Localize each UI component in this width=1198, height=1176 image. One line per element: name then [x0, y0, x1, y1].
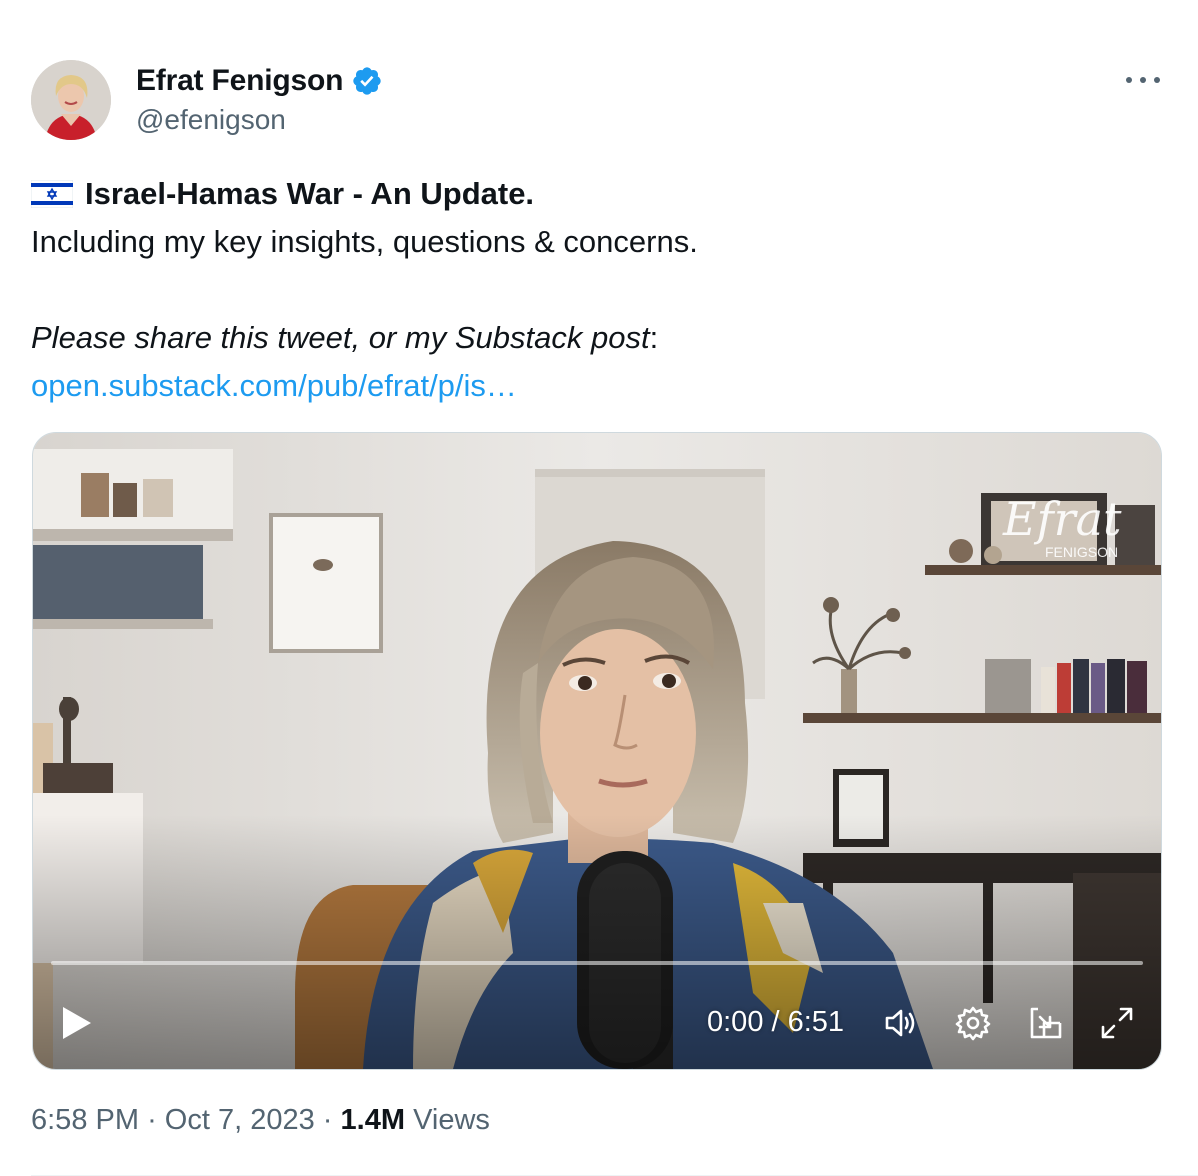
- tweet-text: Israel-Hamas War - An Update. Including …: [31, 170, 1161, 410]
- verified-badge-icon: [353, 67, 381, 95]
- tweet-date[interactable]: Oct 7, 2023: [165, 1104, 315, 1136]
- watermark-script: Efrat: [1002, 492, 1122, 546]
- share-request-text: Please share this tweet, or my Substack …: [31, 320, 650, 355]
- israel-flag-icon: [31, 180, 73, 208]
- author-block: Efrat Fenigson @efenigson: [136, 62, 383, 136]
- fullscreen-icon[interactable]: [1097, 1003, 1137, 1043]
- more-options-button[interactable]: [1126, 66, 1160, 94]
- video-watermark: Efrat FENIGSON: [1002, 492, 1122, 560]
- headline-row: Israel-Hamas War - An Update.: [31, 170, 1161, 218]
- colon-text: :: [649, 320, 659, 355]
- avatar[interactable]: [31, 60, 111, 140]
- tweet-card: Efrat Fenigson @efenigson Israel-Hamas W…: [0, 0, 1198, 1176]
- tweet-meta: 6:58 PM · Oct 7, 2023 · 1.4M Views: [31, 1104, 490, 1137]
- author-handle[interactable]: @efenigson: [136, 104, 383, 136]
- more-horizontal-icon-dot: [1126, 77, 1132, 83]
- tweet-headline: Israel-Hamas War - An Update.: [85, 176, 535, 211]
- tweet-line-3: Please share this tweet, or my Substack …: [31, 314, 1161, 362]
- more-horizontal-icon-dot: [1154, 77, 1160, 83]
- picture-in-picture-icon[interactable]: [1026, 1003, 1066, 1043]
- settings-gear-icon[interactable]: [953, 1003, 993, 1043]
- video-frame: [33, 433, 1161, 1069]
- views-label: Views: [413, 1104, 490, 1136]
- more-horizontal-icon-dot: [1140, 77, 1146, 83]
- tweet-line-2: Including my key insights, questions & c…: [31, 224, 698, 259]
- meta-separator: ·: [322, 1104, 333, 1136]
- avatar-image: [31, 60, 111, 140]
- tweet-time[interactable]: 6:58 PM: [31, 1104, 139, 1136]
- name-row: Efrat Fenigson: [136, 62, 383, 100]
- meta-separator: ·: [147, 1104, 157, 1136]
- video-time: 0:00 / 6:51: [707, 1006, 845, 1038]
- play-icon[interactable]: [61, 1005, 93, 1041]
- substack-link[interactable]: open.substack.com/pub/efrat/p/is…: [31, 368, 517, 403]
- views-count: 1.4M: [340, 1104, 406, 1136]
- author-name[interactable]: Efrat Fenigson: [136, 64, 343, 98]
- volume-icon[interactable]: [881, 1003, 921, 1043]
- video-progress-bar[interactable]: [51, 961, 1143, 965]
- watermark-text: FENIGSON: [1045, 544, 1118, 560]
- video-player[interactable]: Efrat FENIGSON 0:00 / 6:51: [32, 432, 1162, 1070]
